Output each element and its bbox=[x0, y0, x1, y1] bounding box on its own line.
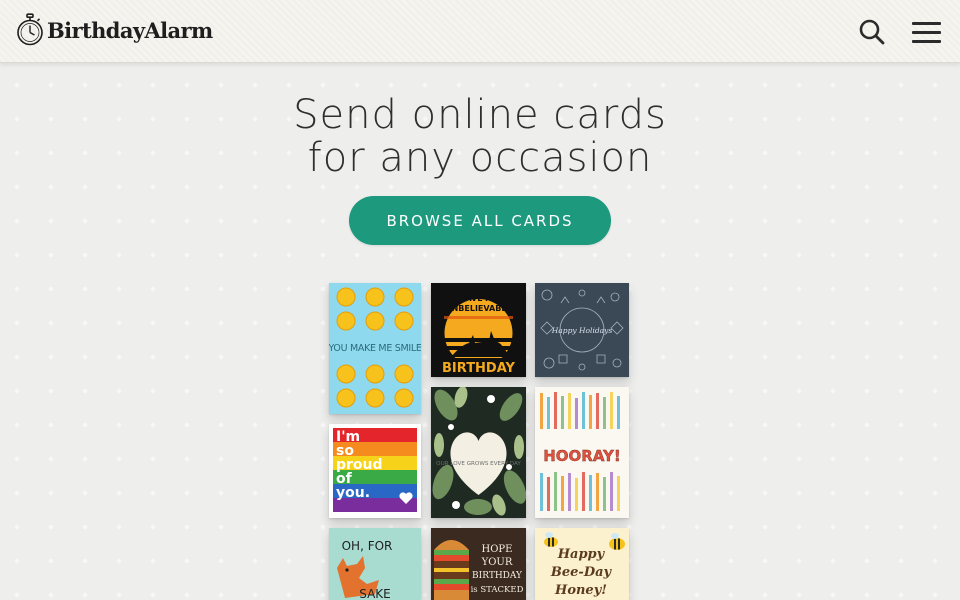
site-logo[interactable]: BirthdayAlarm bbox=[16, 13, 213, 47]
logo-wordmark: BirthdayAlarm bbox=[47, 17, 213, 43]
hooray-card-text: HOORAY! bbox=[543, 447, 620, 465]
card-hooray[interactable]: HOORAY! bbox=[535, 387, 629, 518]
burger-line-1: HOPE bbox=[482, 544, 513, 555]
menu-bar-bottom bbox=[912, 40, 941, 43]
browse-all-cards-button[interactable]: BROWSE ALL CARDS bbox=[349, 196, 611, 245]
bee-line-2: Bee-Day bbox=[550, 565, 613, 580]
smile-card-text: YOU MAKE ME SMILE bbox=[329, 343, 421, 354]
card-happy-bee-day[interactable]: Happy Bee-Day Honey! bbox=[535, 528, 629, 600]
unbelievable-line-2: UNBELIEVABLE bbox=[445, 304, 512, 313]
site-header: BirthdayAlarm bbox=[0, 0, 960, 63]
card-doodle-holidays[interactable]: Happy Holidays bbox=[535, 283, 629, 377]
card-love-grows[interactable]: OUR LOVE GROWS EVERY DAY bbox=[431, 387, 526, 518]
doodle-card-text: Happy Holidays bbox=[551, 326, 613, 335]
bee-line-3: Honey! bbox=[554, 583, 607, 598]
card-unbelievable-birthday[interactable]: HAVE AN UNBELIEVABLE BIRTHDAY bbox=[431, 283, 526, 377]
burger-line-3: BIRTHDAY bbox=[472, 571, 523, 581]
unbelievable-line-1: HAVE AN bbox=[459, 294, 499, 303]
menu-bar-middle bbox=[912, 31, 941, 34]
card-oh-for-fox-sake[interactable]: OH, FOR SAKE bbox=[329, 528, 421, 600]
unbelievable-line-3: BIRTHDAY bbox=[442, 361, 516, 376]
hero-title-line-1: Send online cards bbox=[293, 92, 667, 138]
love-card-text: OUR LOVE GROWS EVERY DAY bbox=[436, 461, 521, 467]
proud-line-5: you. bbox=[336, 485, 370, 501]
bee-line-1: Happy bbox=[557, 547, 606, 562]
fox-line-1: OH, FOR bbox=[342, 539, 393, 553]
search-button[interactable] bbox=[858, 18, 886, 46]
stopwatch-icon bbox=[17, 13, 43, 46]
card-stacked-birthday[interactable]: HOPE YOUR BIRTHDAY is STACKED bbox=[431, 528, 526, 600]
card-you-make-me-smile[interactable]: YOU MAKE ME SMILE bbox=[329, 283, 421, 414]
fox-line-2: SAKE bbox=[359, 587, 391, 600]
card-so-proud-of-you[interactable]: I'm so proud of you. bbox=[329, 424, 421, 518]
menu-bar-top bbox=[912, 22, 941, 25]
hamburger-menu-button[interactable] bbox=[912, 20, 942, 44]
burger-line-4: is STACKED bbox=[471, 585, 524, 595]
hero-title-line-2: for any occasion bbox=[307, 135, 653, 181]
search-icon bbox=[859, 19, 885, 45]
hero-title: Send online cards for any occasion bbox=[180, 94, 780, 180]
burger-line-2: YOUR bbox=[481, 557, 513, 568]
